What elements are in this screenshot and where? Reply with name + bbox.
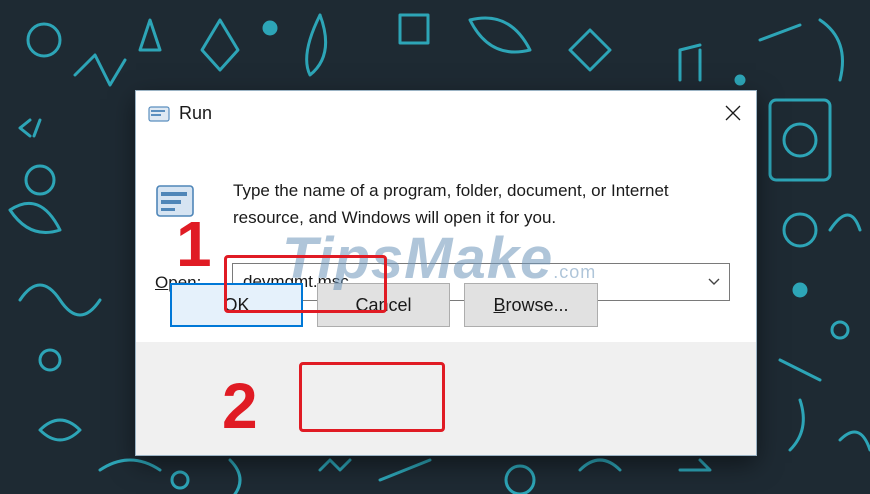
dialog-title: Run xyxy=(179,103,213,123)
close-button[interactable] xyxy=(710,91,756,135)
title-bar[interactable]: Run xyxy=(136,91,756,135)
chevron-down-icon[interactable] xyxy=(707,277,721,287)
highlight-box-input xyxy=(224,255,387,313)
step-number-1: 1 xyxy=(176,208,212,280)
watermark-suffix: .com xyxy=(553,262,597,282)
run-icon xyxy=(148,106,170,122)
browse-accelerator: B xyxy=(493,294,506,315)
dialog-description: Type the name of a program, folder, docu… xyxy=(233,181,669,227)
browse-label: rowse... xyxy=(505,294,569,315)
step-number-2: 2 xyxy=(222,370,258,442)
highlight-box-ok xyxy=(299,362,445,432)
open-label-accelerator: O xyxy=(155,273,169,292)
close-icon xyxy=(725,105,741,121)
